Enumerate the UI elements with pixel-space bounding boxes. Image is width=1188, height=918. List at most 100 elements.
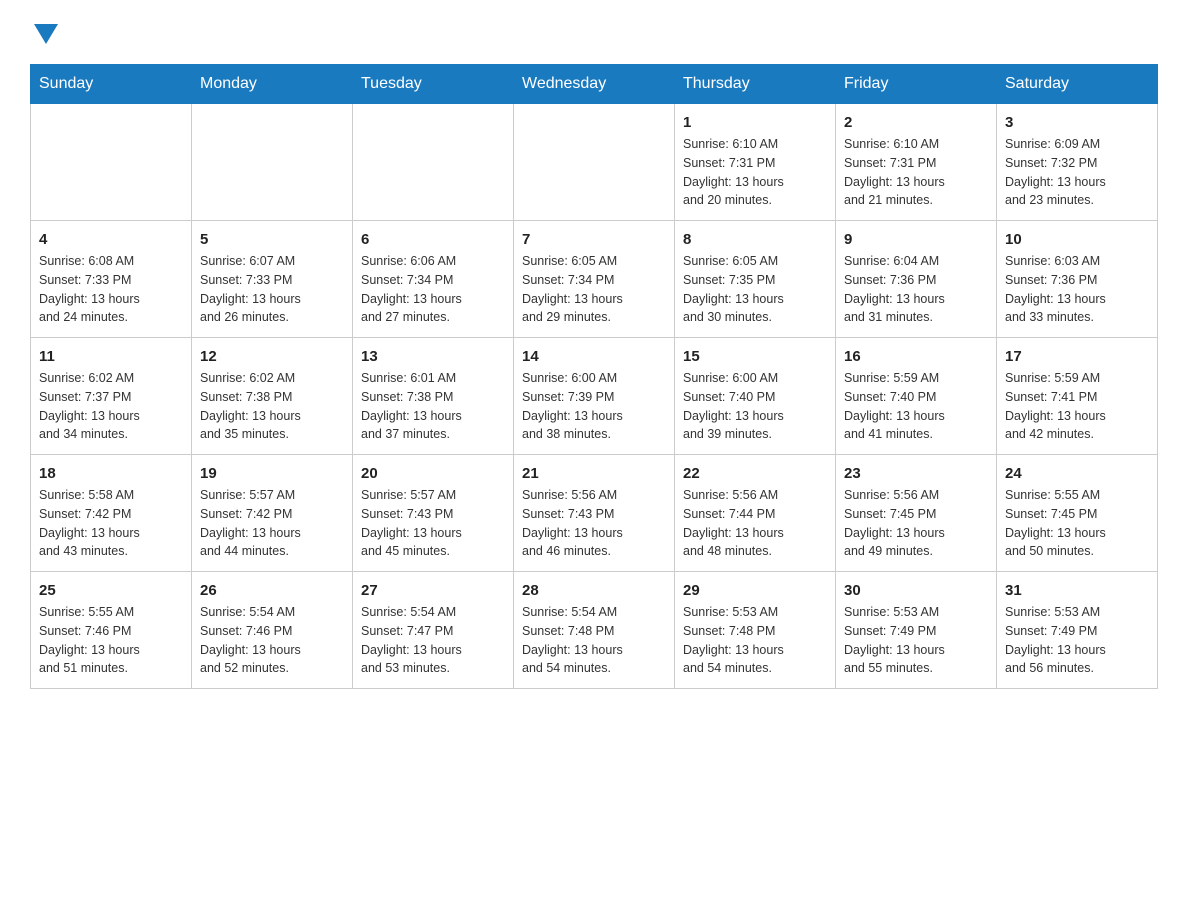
day-number: 22 — [683, 463, 827, 484]
day-info: Sunrise: 6:03 AM Sunset: 7:36 PM Dayligh… — [1005, 252, 1149, 327]
calendar-cell: 11Sunrise: 6:02 AM Sunset: 7:37 PM Dayli… — [31, 338, 192, 455]
calendar-cell: 21Sunrise: 5:56 AM Sunset: 7:43 PM Dayli… — [514, 455, 675, 572]
day-info: Sunrise: 6:02 AM Sunset: 7:37 PM Dayligh… — [39, 369, 183, 444]
day-info: Sunrise: 5:54 AM Sunset: 7:48 PM Dayligh… — [522, 603, 666, 678]
calendar-cell — [31, 104, 192, 221]
calendar-cell: 27Sunrise: 5:54 AM Sunset: 7:47 PM Dayli… — [353, 572, 514, 689]
day-info: Sunrise: 5:57 AM Sunset: 7:43 PM Dayligh… — [361, 486, 505, 561]
day-number: 17 — [1005, 346, 1149, 367]
calendar-cell: 14Sunrise: 6:00 AM Sunset: 7:39 PM Dayli… — [514, 338, 675, 455]
calendar-cell: 4Sunrise: 6:08 AM Sunset: 7:33 PM Daylig… — [31, 221, 192, 338]
calendar-cell: 9Sunrise: 6:04 AM Sunset: 7:36 PM Daylig… — [836, 221, 997, 338]
calendar-cell: 22Sunrise: 5:56 AM Sunset: 7:44 PM Dayli… — [675, 455, 836, 572]
day-info: Sunrise: 5:53 AM Sunset: 7:49 PM Dayligh… — [1005, 603, 1149, 678]
day-number: 5 — [200, 229, 344, 250]
calendar-week-4: 18Sunrise: 5:58 AM Sunset: 7:42 PM Dayli… — [31, 455, 1158, 572]
day-number: 15 — [683, 346, 827, 367]
calendar-cell: 15Sunrise: 6:00 AM Sunset: 7:40 PM Dayli… — [675, 338, 836, 455]
calendar-cell: 3Sunrise: 6:09 AM Sunset: 7:32 PM Daylig… — [997, 104, 1158, 221]
calendar-table: SundayMondayTuesdayWednesdayThursdayFrid… — [30, 64, 1158, 689]
day-number: 3 — [1005, 112, 1149, 133]
day-number: 13 — [361, 346, 505, 367]
day-number: 31 — [1005, 580, 1149, 601]
day-info: Sunrise: 6:05 AM Sunset: 7:34 PM Dayligh… — [522, 252, 666, 327]
calendar-cell: 24Sunrise: 5:55 AM Sunset: 7:45 PM Dayli… — [997, 455, 1158, 572]
day-number: 26 — [200, 580, 344, 601]
weekday-header-sunday: Sunday — [31, 65, 192, 104]
calendar-cell: 5Sunrise: 6:07 AM Sunset: 7:33 PM Daylig… — [192, 221, 353, 338]
day-number: 25 — [39, 580, 183, 601]
day-number: 23 — [844, 463, 988, 484]
day-number: 10 — [1005, 229, 1149, 250]
day-number: 9 — [844, 229, 988, 250]
day-info: Sunrise: 6:10 AM Sunset: 7:31 PM Dayligh… — [683, 135, 827, 210]
weekday-header-monday: Monday — [192, 65, 353, 104]
weekday-header-tuesday: Tuesday — [353, 65, 514, 104]
day-info: Sunrise: 6:02 AM Sunset: 7:38 PM Dayligh… — [200, 369, 344, 444]
calendar-cell: 13Sunrise: 6:01 AM Sunset: 7:38 PM Dayli… — [353, 338, 514, 455]
day-info: Sunrise: 6:09 AM Sunset: 7:32 PM Dayligh… — [1005, 135, 1149, 210]
calendar-cell: 16Sunrise: 5:59 AM Sunset: 7:40 PM Dayli… — [836, 338, 997, 455]
day-info: Sunrise: 5:58 AM Sunset: 7:42 PM Dayligh… — [39, 486, 183, 561]
day-info: Sunrise: 5:56 AM Sunset: 7:44 PM Dayligh… — [683, 486, 827, 561]
day-info: Sunrise: 5:54 AM Sunset: 7:46 PM Dayligh… — [200, 603, 344, 678]
calendar-cell — [353, 104, 514, 221]
logo — [30, 20, 58, 44]
calendar-cell: 6Sunrise: 6:06 AM Sunset: 7:34 PM Daylig… — [353, 221, 514, 338]
day-info: Sunrise: 5:56 AM Sunset: 7:43 PM Dayligh… — [522, 486, 666, 561]
day-info: Sunrise: 6:07 AM Sunset: 7:33 PM Dayligh… — [200, 252, 344, 327]
day-number: 20 — [361, 463, 505, 484]
day-info: Sunrise: 6:05 AM Sunset: 7:35 PM Dayligh… — [683, 252, 827, 327]
day-number: 18 — [39, 463, 183, 484]
calendar-cell — [192, 104, 353, 221]
day-info: Sunrise: 6:04 AM Sunset: 7:36 PM Dayligh… — [844, 252, 988, 327]
day-number: 4 — [39, 229, 183, 250]
day-number: 27 — [361, 580, 505, 601]
day-info: Sunrise: 5:55 AM Sunset: 7:46 PM Dayligh… — [39, 603, 183, 678]
day-info: Sunrise: 5:53 AM Sunset: 7:49 PM Dayligh… — [844, 603, 988, 678]
calendar-cell: 10Sunrise: 6:03 AM Sunset: 7:36 PM Dayli… — [997, 221, 1158, 338]
calendar-cell: 25Sunrise: 5:55 AM Sunset: 7:46 PM Dayli… — [31, 572, 192, 689]
calendar-cell: 31Sunrise: 5:53 AM Sunset: 7:49 PM Dayli… — [997, 572, 1158, 689]
day-number: 11 — [39, 346, 183, 367]
calendar-cell: 12Sunrise: 6:02 AM Sunset: 7:38 PM Dayli… — [192, 338, 353, 455]
weekday-header-friday: Friday — [836, 65, 997, 104]
day-info: Sunrise: 6:00 AM Sunset: 7:40 PM Dayligh… — [683, 369, 827, 444]
calendar-week-1: 1Sunrise: 6:10 AM Sunset: 7:31 PM Daylig… — [31, 104, 1158, 221]
calendar-cell: 2Sunrise: 6:10 AM Sunset: 7:31 PM Daylig… — [836, 104, 997, 221]
day-number: 8 — [683, 229, 827, 250]
calendar-week-2: 4Sunrise: 6:08 AM Sunset: 7:33 PM Daylig… — [31, 221, 1158, 338]
day-number: 30 — [844, 580, 988, 601]
day-number: 6 — [361, 229, 505, 250]
calendar-cell: 29Sunrise: 5:53 AM Sunset: 7:48 PM Dayli… — [675, 572, 836, 689]
calendar-cell: 30Sunrise: 5:53 AM Sunset: 7:49 PM Dayli… — [836, 572, 997, 689]
calendar-cell: 19Sunrise: 5:57 AM Sunset: 7:42 PM Dayli… — [192, 455, 353, 572]
day-info: Sunrise: 5:59 AM Sunset: 7:41 PM Dayligh… — [1005, 369, 1149, 444]
weekday-header-saturday: Saturday — [997, 65, 1158, 104]
day-info: Sunrise: 6:00 AM Sunset: 7:39 PM Dayligh… — [522, 369, 666, 444]
day-info: Sunrise: 6:10 AM Sunset: 7:31 PM Dayligh… — [844, 135, 988, 210]
day-number: 28 — [522, 580, 666, 601]
calendar-cell: 20Sunrise: 5:57 AM Sunset: 7:43 PM Dayli… — [353, 455, 514, 572]
day-info: Sunrise: 5:56 AM Sunset: 7:45 PM Dayligh… — [844, 486, 988, 561]
calendar-cell: 23Sunrise: 5:56 AM Sunset: 7:45 PM Dayli… — [836, 455, 997, 572]
day-info: Sunrise: 5:54 AM Sunset: 7:47 PM Dayligh… — [361, 603, 505, 678]
weekday-header-thursday: Thursday — [675, 65, 836, 104]
calendar-cell: 18Sunrise: 5:58 AM Sunset: 7:42 PM Dayli… — [31, 455, 192, 572]
calendar-cell: 8Sunrise: 6:05 AM Sunset: 7:35 PM Daylig… — [675, 221, 836, 338]
calendar-cell: 1Sunrise: 6:10 AM Sunset: 7:31 PM Daylig… — [675, 104, 836, 221]
day-number: 19 — [200, 463, 344, 484]
day-info: Sunrise: 5:55 AM Sunset: 7:45 PM Dayligh… — [1005, 486, 1149, 561]
day-info: Sunrise: 6:06 AM Sunset: 7:34 PM Dayligh… — [361, 252, 505, 327]
weekday-header-row: SundayMondayTuesdayWednesdayThursdayFrid… — [31, 65, 1158, 104]
day-info: Sunrise: 5:59 AM Sunset: 7:40 PM Dayligh… — [844, 369, 988, 444]
calendar-cell — [514, 104, 675, 221]
weekday-header-wednesday: Wednesday — [514, 65, 675, 104]
day-number: 2 — [844, 112, 988, 133]
day-number: 29 — [683, 580, 827, 601]
calendar-cell: 7Sunrise: 6:05 AM Sunset: 7:34 PM Daylig… — [514, 221, 675, 338]
day-number: 7 — [522, 229, 666, 250]
page-header — [30, 20, 1158, 44]
day-info: Sunrise: 6:01 AM Sunset: 7:38 PM Dayligh… — [361, 369, 505, 444]
day-number: 1 — [683, 112, 827, 133]
